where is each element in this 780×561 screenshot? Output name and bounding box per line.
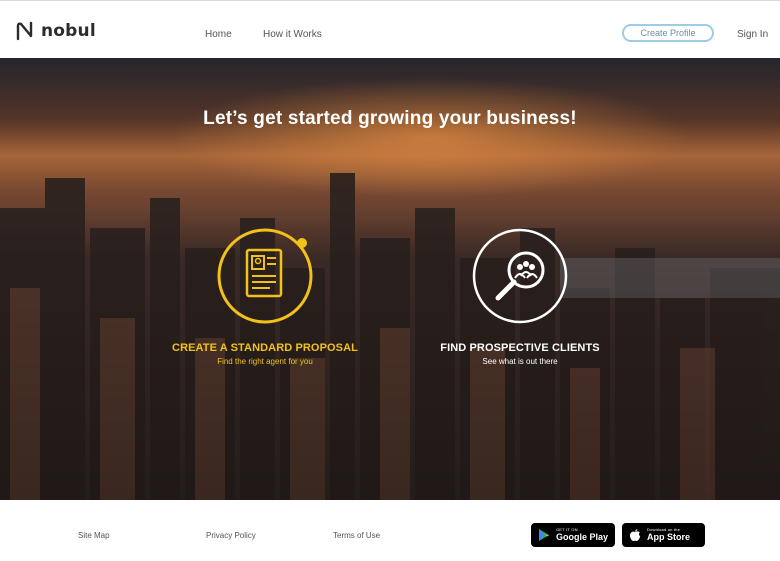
apple-icon bbox=[630, 529, 640, 541]
create-proposal-title: CREATE A STANDARD PROPOSAL bbox=[172, 342, 358, 354]
google-play-badge[interactable]: GET IT ON Google Play bbox=[531, 523, 615, 547]
app-store-label: App Store bbox=[647, 532, 691, 542]
hero-title: Let’s get started growing your business! bbox=[203, 108, 577, 129]
create-profile-button[interactable]: Create Profile bbox=[622, 24, 714, 42]
footer-site-map-link[interactable]: Site Map bbox=[78, 531, 110, 540]
proposal-document-icon bbox=[217, 228, 313, 324]
top-navigation: nobul Home How it Works Create Profile S… bbox=[0, 0, 780, 59]
sign-in-link[interactable]: Sign In bbox=[737, 29, 768, 40]
app-store-badge[interactable]: Download on the App Store bbox=[622, 523, 705, 547]
footer-privacy-policy-link[interactable]: Privacy Policy bbox=[206, 531, 256, 540]
hero-banner: Let’s get started growing your business!… bbox=[0, 58, 780, 500]
nav-home-link[interactable]: Home bbox=[205, 29, 232, 40]
nav-how-it-works-link[interactable]: How it Works bbox=[263, 29, 322, 40]
magnifier-people-icon bbox=[472, 228, 568, 324]
nobul-logo[interactable]: nobul bbox=[15, 21, 96, 41]
nobul-logo-icon bbox=[16, 21, 33, 41]
create-proposal-card[interactable]: CREATE A STANDARD PROPOSAL Find the righ… bbox=[160, 226, 370, 366]
google-play-label: Google Play bbox=[556, 532, 609, 542]
footer: Site Map Privacy Policy Terms of Use GET… bbox=[0, 500, 780, 561]
find-clients-card[interactable]: FIND PROSPECTIVE CLIENTS See what is out… bbox=[425, 226, 615, 366]
create-proposal-subtitle: Find the right agent for you bbox=[217, 357, 313, 366]
find-clients-title: FIND PROSPECTIVE CLIENTS bbox=[440, 342, 600, 354]
find-clients-subtitle: See what is out there bbox=[482, 357, 558, 366]
footer-terms-of-use-link[interactable]: Terms of Use bbox=[333, 531, 380, 540]
brand-name: nobul bbox=[41, 21, 96, 41]
google-play-icon bbox=[539, 529, 549, 541]
